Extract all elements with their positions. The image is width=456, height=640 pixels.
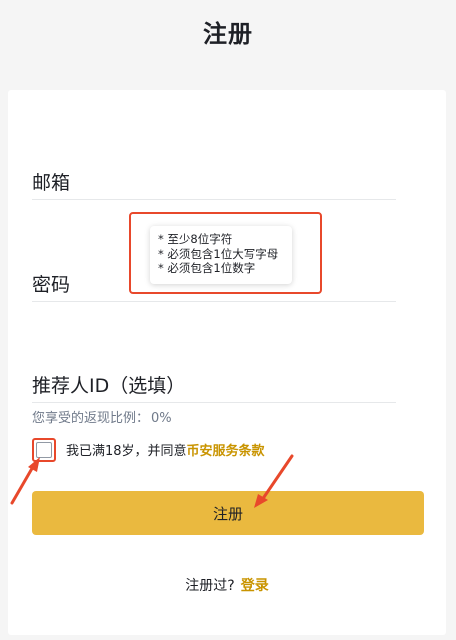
- register-button[interactable]: 注册: [32, 491, 424, 535]
- referral-id-field[interactable]: 推荐人ID（选填）: [32, 373, 396, 403]
- checkbox-arrow-icon: [10, 457, 40, 505]
- referral-id-label: 推荐人ID（选填）: [32, 375, 186, 397]
- email-field[interactable]: 邮箱: [32, 170, 396, 200]
- login-link[interactable]: 登录: [241, 578, 269, 594]
- email-label: 邮箱: [32, 172, 71, 194]
- agreement-label: 我已满18岁，并同意: [66, 444, 187, 459]
- rebate-value: 0%: [151, 411, 172, 426]
- login-prompt: 注册过? 登录: [8, 575, 446, 595]
- already-registered-text: 注册过?: [185, 578, 235, 594]
- agreement-text: 我已满18岁，并同意币安服务条款: [66, 440, 265, 459]
- register-form-card: 邮箱 密码 推荐人ID（选填） 您享受的返现比例： 0% 我已满18岁，并同意币安…: [8, 90, 446, 635]
- tooltip-highlight-annotation: [129, 212, 322, 294]
- register-arrow-icon: [254, 454, 294, 508]
- rebate-ratio: 您享受的返现比例： 0%: [32, 407, 172, 426]
- rebate-label: 您享受的返现比例：: [32, 411, 150, 426]
- page-title: 注册: [203, 20, 253, 48]
